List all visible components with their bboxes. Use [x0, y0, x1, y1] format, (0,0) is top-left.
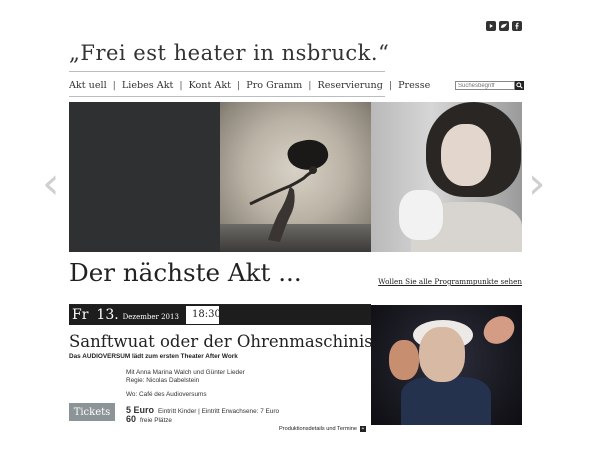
slide-image-dancer[interactable]	[220, 102, 371, 252]
main-nav: Akt uell | Liebes Akt | Kont Akt | Pro G…	[69, 80, 430, 91]
youtube-icon[interactable]	[486, 21, 496, 31]
nav-separator: |	[179, 80, 183, 91]
nav-separator: |	[112, 80, 116, 91]
title-rule	[69, 71, 385, 72]
facebook-icon[interactable]	[512, 21, 522, 31]
site-title[interactable]: „Frei est heater in nsbruck.“	[69, 41, 389, 65]
slider-prev-button[interactable]: ‹	[42, 158, 60, 209]
places-count: 60	[126, 414, 137, 424]
event-time-bar	[219, 305, 371, 325]
slide-image-portrait[interactable]	[371, 102, 522, 252]
nav-rule	[69, 96, 385, 97]
search-icon	[516, 82, 523, 89]
expand-icon: +	[359, 426, 366, 432]
event-location: Wo: Café des Audioversums	[126, 391, 207, 398]
nav-item-liebes-akt[interactable]: Liebes Akt	[122, 80, 174, 91]
event-day: 13.	[96, 307, 119, 323]
slide-panel-dark	[69, 102, 220, 252]
event-cast: Mit Anna Marina Walch und Günter Lieder	[126, 369, 245, 376]
nav-separator: |	[388, 80, 393, 91]
places-text: freie Plätze	[140, 417, 172, 424]
search-form	[455, 81, 524, 90]
slider-next-button[interactable]: ›	[528, 158, 546, 209]
image-slider	[69, 102, 522, 252]
details-link-label: Produktionsdetails und Termine	[279, 426, 357, 432]
section-heading: Der nächste Akt ...	[69, 258, 302, 287]
twitter-icon[interactable]	[499, 21, 509, 31]
event-places: 60 freie Plätze	[126, 414, 172, 424]
event-subtitle: Das AUDIOVERSUM lädt zum ersten Theater …	[69, 353, 238, 360]
nav-item-reservierung[interactable]: Reservierung	[318, 80, 383, 91]
event-weekday: Fr	[72, 307, 89, 323]
event-month-year: Dezember 2013	[122, 313, 179, 321]
event-director: Regie: Nicolas Dabelstein	[126, 377, 200, 384]
search-button[interactable]	[515, 81, 524, 90]
event-time: 18:30	[192, 309, 221, 320]
price-text: Eintritt Kinder | Eintritt Erwachsene: 7…	[158, 408, 280, 415]
nav-separator: |	[237, 80, 241, 91]
social-links	[486, 21, 522, 31]
search-input[interactable]	[455, 81, 515, 90]
nav-item-kontakt[interactable]: Kont Akt	[189, 80, 231, 91]
nav-item-programm[interactable]: Pro Gramm	[246, 80, 302, 91]
nav-separator: |	[308, 80, 312, 91]
tickets-button[interactable]: Tickets	[69, 403, 115, 421]
nav-item-presse[interactable]: Presse	[398, 80, 430, 91]
nav-item-aktuell[interactable]: Akt uell	[69, 80, 107, 91]
details-link[interactable]: Produktionsdetails und Termine +	[279, 426, 366, 432]
event-title[interactable]: Sanftwuat oder der Ohrenmaschinist	[69, 332, 379, 351]
all-program-link[interactable]: Wollen Sie alle Programmpunkte sehen	[378, 277, 522, 286]
event-image[interactable]	[371, 305, 522, 425]
